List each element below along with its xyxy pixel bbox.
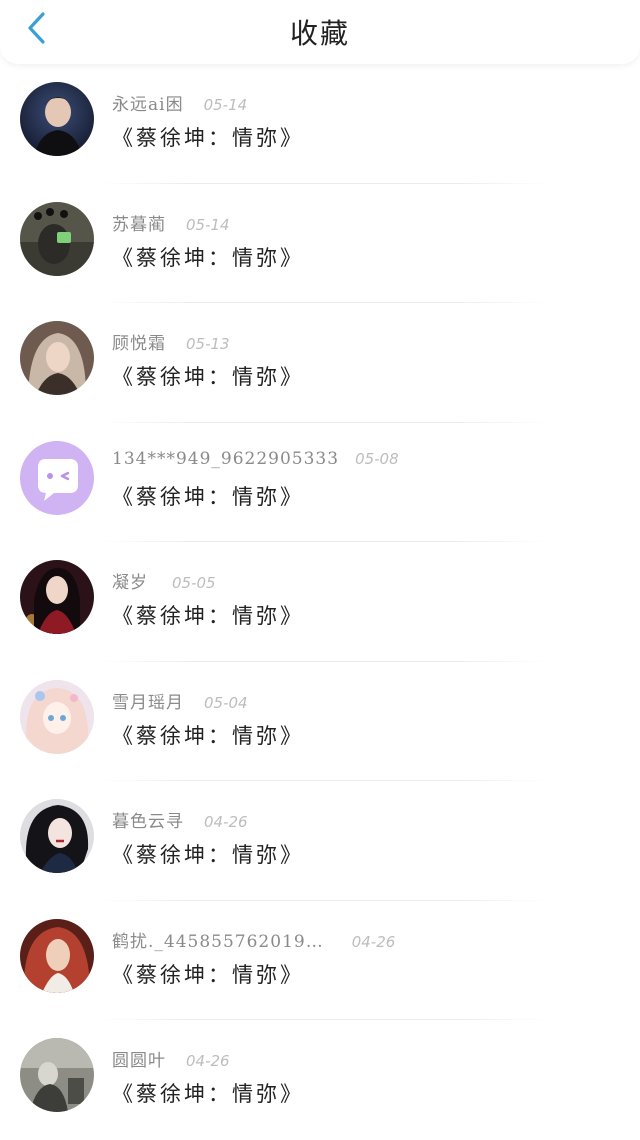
page-title: 收藏	[289, 17, 350, 50]
avatar[interactable]	[20, 799, 94, 873]
avatar[interactable]	[20, 440, 94, 515]
username[interactable]: 鹤扰._445855762019…	[112, 927, 324, 952]
list-item[interactable]: 鹤扰._445855762019… 04-26 《蔡徐坤：情弥》	[0, 901, 640, 1020]
item-meta: 苏暮蔺 05-14	[112, 210, 230, 235]
avatar[interactable]	[20, 1038, 94, 1112]
date: 05-08	[355, 449, 399, 468]
favorites-list: 永远ai困 05-14 《蔡徐坤：情弥》 苏暮蔺 05-14 《蔡徐坤：情弥》	[0, 64, 640, 1140]
list-item[interactable]: 134***949_9622905333 05-08 《蔡徐坤：情弥》	[0, 423, 640, 542]
item-meta: 134***949_9622905333 05-08	[112, 449, 399, 469]
date: 05-14	[203, 96, 248, 114]
avatar[interactable]	[20, 82, 94, 156]
list-item[interactable]: 永远ai困 05-14 《蔡徐坤：情弥》	[0, 64, 640, 184]
username[interactable]: 134***949_9622905333	[112, 449, 339, 469]
post-title[interactable]: 《蔡徐坤：情弥》	[112, 361, 304, 391]
post-title[interactable]: 《蔡徐坤：情弥》	[112, 122, 304, 152]
date: 05-04	[204, 693, 248, 712]
item-meta: 凝岁 05-05	[112, 568, 216, 593]
username[interactable]: 凝岁	[112, 568, 148, 593]
list-item[interactable]: 圆圆叶 04-26 《蔡徐坤：情弥》	[0, 1020, 640, 1140]
date: 05-14	[186, 215, 230, 234]
post-title[interactable]: 《蔡徐坤：情弥》	[112, 600, 304, 630]
avatar[interactable]	[20, 201, 94, 276]
top-bar: 收藏	[0, 0, 640, 64]
username[interactable]: 顾悦霜	[112, 329, 166, 354]
item-meta: 顾悦霜 05-13	[112, 329, 230, 354]
date: 04-26	[204, 813, 248, 831]
date: 05-13	[186, 335, 230, 353]
list-item[interactable]: 雪月瑶月 05-04 《蔡徐坤：情弥》	[0, 662, 640, 781]
date: 04-26	[186, 1052, 230, 1070]
post-title[interactable]: 《蔡徐坤：情弥》	[112, 720, 304, 750]
item-meta: 圆圆叶 04-26	[112, 1046, 230, 1071]
list-item[interactable]: 暮色云寻 04-26 《蔡徐坤：情弥》	[0, 781, 640, 901]
username[interactable]: 雪月瑶月	[112, 688, 184, 713]
date: 04-26	[351, 932, 396, 951]
item-meta: 雪月瑶月 05-04	[112, 688, 248, 713]
username[interactable]: 圆圆叶	[112, 1046, 166, 1071]
post-title[interactable]: 《蔡徐坤：情弥》	[112, 839, 304, 869]
avatar[interactable]	[20, 321, 94, 395]
avatar[interactable]	[20, 560, 94, 634]
date: 05-05	[172, 574, 216, 592]
item-meta: 永远ai困 05-14	[112, 90, 247, 115]
avatar[interactable]	[20, 679, 94, 754]
item-meta: 鹤扰._445855762019… 04-26	[112, 927, 395, 952]
post-title[interactable]: 《蔡徐坤：情弥》	[112, 1078, 304, 1108]
avatar[interactable]	[20, 918, 94, 993]
list-item[interactable]: 顾悦霜 05-13 《蔡徐坤：情弥》	[0, 303, 640, 423]
username[interactable]: 永远ai困	[112, 90, 184, 115]
username[interactable]: 苏暮蔺	[112, 210, 166, 235]
post-title[interactable]: 《蔡徐坤：情弥》	[112, 959, 304, 989]
username[interactable]: 暮色云寻	[112, 807, 184, 832]
post-title[interactable]: 《蔡徐坤：情弥》	[112, 242, 304, 272]
list-item[interactable]: 凝岁 05-05 《蔡徐坤：情弥》	[0, 542, 640, 662]
list-item[interactable]: 苏暮蔺 05-14 《蔡徐坤：情弥》	[0, 184, 640, 303]
post-title[interactable]: 《蔡徐坤：情弥》	[112, 481, 304, 511]
item-meta: 暮色云寻 04-26	[112, 807, 248, 832]
